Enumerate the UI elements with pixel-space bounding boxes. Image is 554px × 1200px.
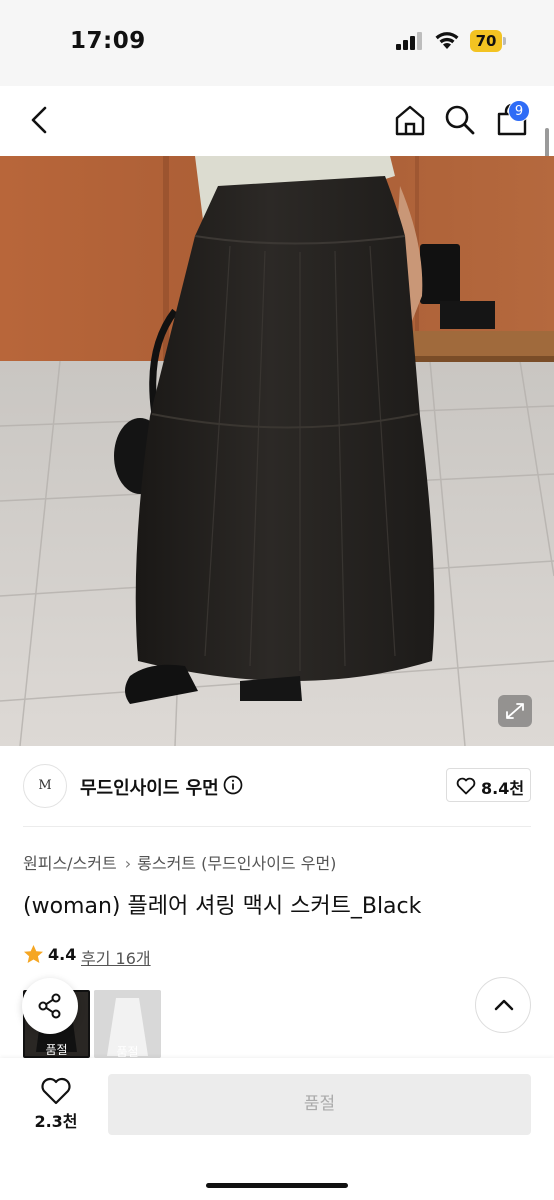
battery-icon: 70 xyxy=(470,30,506,52)
brand-like-count: 8.4천 xyxy=(481,779,525,798)
battery-level: 70 xyxy=(470,30,502,52)
expand-button[interactable] xyxy=(498,695,532,727)
cart-badge: 9 xyxy=(508,100,530,122)
breadcrumb: 원피스/스커트 › 롱스커트 (무드인사이드 우먼) xyxy=(23,850,336,874)
chevron-up-icon xyxy=(494,999,514,1011)
heart-icon xyxy=(456,777,476,795)
wifi-icon xyxy=(435,32,459,49)
home-indicator xyxy=(206,1183,348,1188)
soldout-label: 품절 xyxy=(116,1045,139,1058)
product-image[interactable] xyxy=(0,156,554,746)
divider xyxy=(23,826,531,827)
wishlist-count: 2.3천 xyxy=(34,1112,78,1131)
navigation-bar xyxy=(0,86,554,156)
bottom-action-bar: 2.3천 품절 xyxy=(0,1058,554,1200)
share-icon xyxy=(38,993,61,1019)
expand-icon xyxy=(506,703,524,719)
brand-logo[interactable]: M xyxy=(23,764,67,808)
home-icon[interactable] xyxy=(392,102,428,138)
search-icon[interactable] xyxy=(442,102,478,138)
signal-icon xyxy=(396,32,422,50)
star-icon xyxy=(24,945,43,963)
share-button[interactable] xyxy=(22,978,78,1034)
option-thumbnail[interactable]: 품절 xyxy=(94,990,161,1058)
wishlist-heart-icon[interactable] xyxy=(40,1076,72,1106)
review-link[interactable]: 후기 16개 xyxy=(81,945,151,969)
chevron-right-icon: › xyxy=(124,854,132,873)
product-detail-screen: 17:09 70 9 M 무드인사이드 우먼 8.4천 원피스/스커트 › 롱스… xyxy=(0,0,554,1200)
back-icon[interactable] xyxy=(22,102,58,138)
skirt-photo xyxy=(0,156,554,746)
breadcrumb-category[interactable]: 원피스/스커트 xyxy=(23,854,117,873)
brand-row[interactable]: M 무드인사이드 우먼 8.4천 xyxy=(0,746,554,826)
breadcrumb-subcategory[interactable]: 롱스커트 (무드인사이드 우먼) xyxy=(137,854,336,873)
status-bar: 17:09 70 xyxy=(0,0,554,86)
scroll-top-button[interactable] xyxy=(475,977,531,1033)
soldout-label: 품절 xyxy=(45,1043,68,1057)
battery-cap xyxy=(503,37,506,45)
rating-value: 4.4 xyxy=(48,945,77,964)
scrollbar[interactable] xyxy=(545,128,549,158)
brand-like-button[interactable]: 8.4천 xyxy=(446,768,531,802)
brand-name[interactable]: 무드인사이드 우먼 xyxy=(80,774,219,800)
info-icon[interactable] xyxy=(223,775,243,795)
status-time: 17:09 xyxy=(70,28,146,54)
product-title: (woman) 플레어 셔링 맥시 스커트_Black xyxy=(23,894,422,919)
soldout-button[interactable]: 품절 xyxy=(108,1074,531,1135)
